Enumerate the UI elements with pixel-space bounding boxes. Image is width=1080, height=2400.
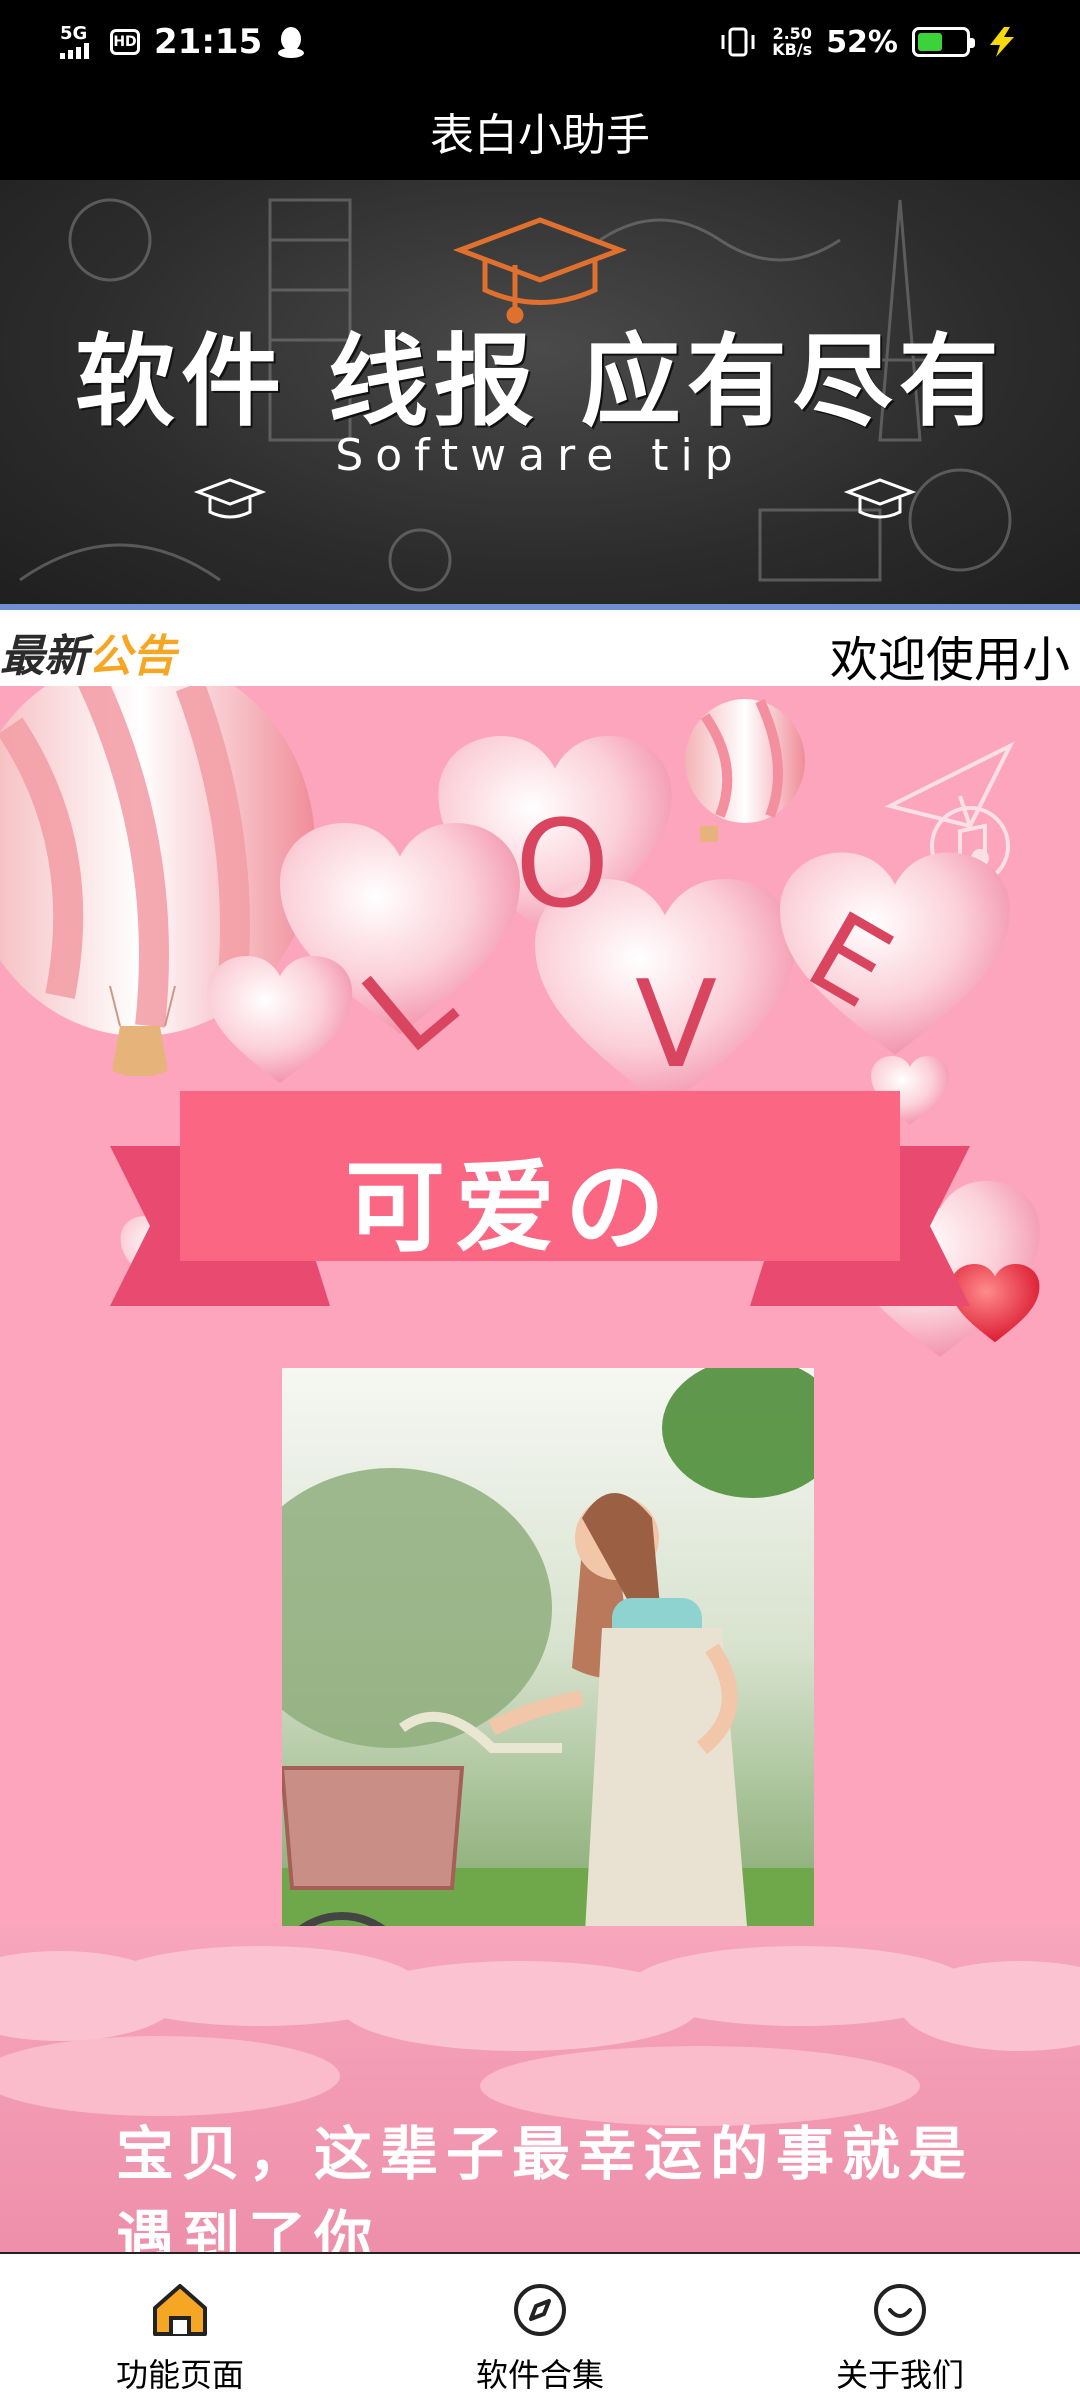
announcement-label-notice: 公告 <box>88 631 176 682</box>
vibrate-icon <box>721 27 755 57</box>
letter-v: V <box>635 956 718 1095</box>
app-title: 表白小助手 <box>430 110 650 161</box>
smile-icon <box>874 2284 926 2336</box>
nav-label-about-us: 关于我们 <box>835 2356 964 2394</box>
banner-subtitle: Software tip <box>335 430 745 481</box>
announcement-marquee: 欢迎使用小 <box>830 632 1071 686</box>
battery-percent: 52% <box>826 24 898 60</box>
banner-title: 软件 线报 应有尽有 <box>75 323 1005 440</box>
nav-label-software-collection: 软件合集 <box>475 2356 604 2394</box>
hot-air-balloon-small <box>685 698 805 842</box>
network-speed: 2.50 KB/s <box>772 26 812 58</box>
nav-item-function-page[interactable]: 功能页面 <box>0 2254 360 2400</box>
hd-badge: HD <box>110 29 140 55</box>
qq-icon <box>278 27 305 58</box>
signal-icon: 5G <box>60 25 96 59</box>
battery-icon <box>912 27 975 57</box>
speed-unit: KB/s <box>772 40 813 59</box>
nav-label-function-page: 功能页面 <box>115 2356 244 2394</box>
ribbon-text: 可爱の <box>345 1149 675 1266</box>
love-card: L O V E 可爱の 宝贝，这辈子最幸运的事就是遇到了你 <box>0 686 1080 2252</box>
bottom-navigation: 功能页面 软件合集 关于我们 <box>0 2252 1080 2400</box>
app-title-bar: 表白小助手 <box>0 82 1080 180</box>
letter-o: O <box>515 796 610 935</box>
software-tip-banner[interactable]: 软件 线报 应有尽有 Software tip <box>0 180 1080 610</box>
nav-item-about-us[interactable]: 关于我们 <box>720 2254 1080 2400</box>
clock: 21:15 <box>154 22 263 62</box>
couple-photo[interactable] <box>282 1368 814 1986</box>
compass-icon <box>514 2284 566 2336</box>
status-bar: 5G HD 21:15 2.50 KB/s 52% <box>0 0 1080 82</box>
announcement-label-latest: 最新 <box>0 631 88 682</box>
love-quote: 宝贝，这辈子最幸运的事就是遇到了你 <box>116 2120 975 2252</box>
battery-fill <box>918 33 942 51</box>
network-type: 5G <box>60 23 88 44</box>
home-icon <box>153 2284 207 2336</box>
charging-icon <box>990 27 1014 57</box>
announcement-bar[interactable]: 最新公告 欢迎使用小 <box>0 610 1080 686</box>
announcement-label: 最新公告 <box>0 620 176 684</box>
nav-item-software-collection[interactable]: 软件合集 <box>360 2254 720 2400</box>
